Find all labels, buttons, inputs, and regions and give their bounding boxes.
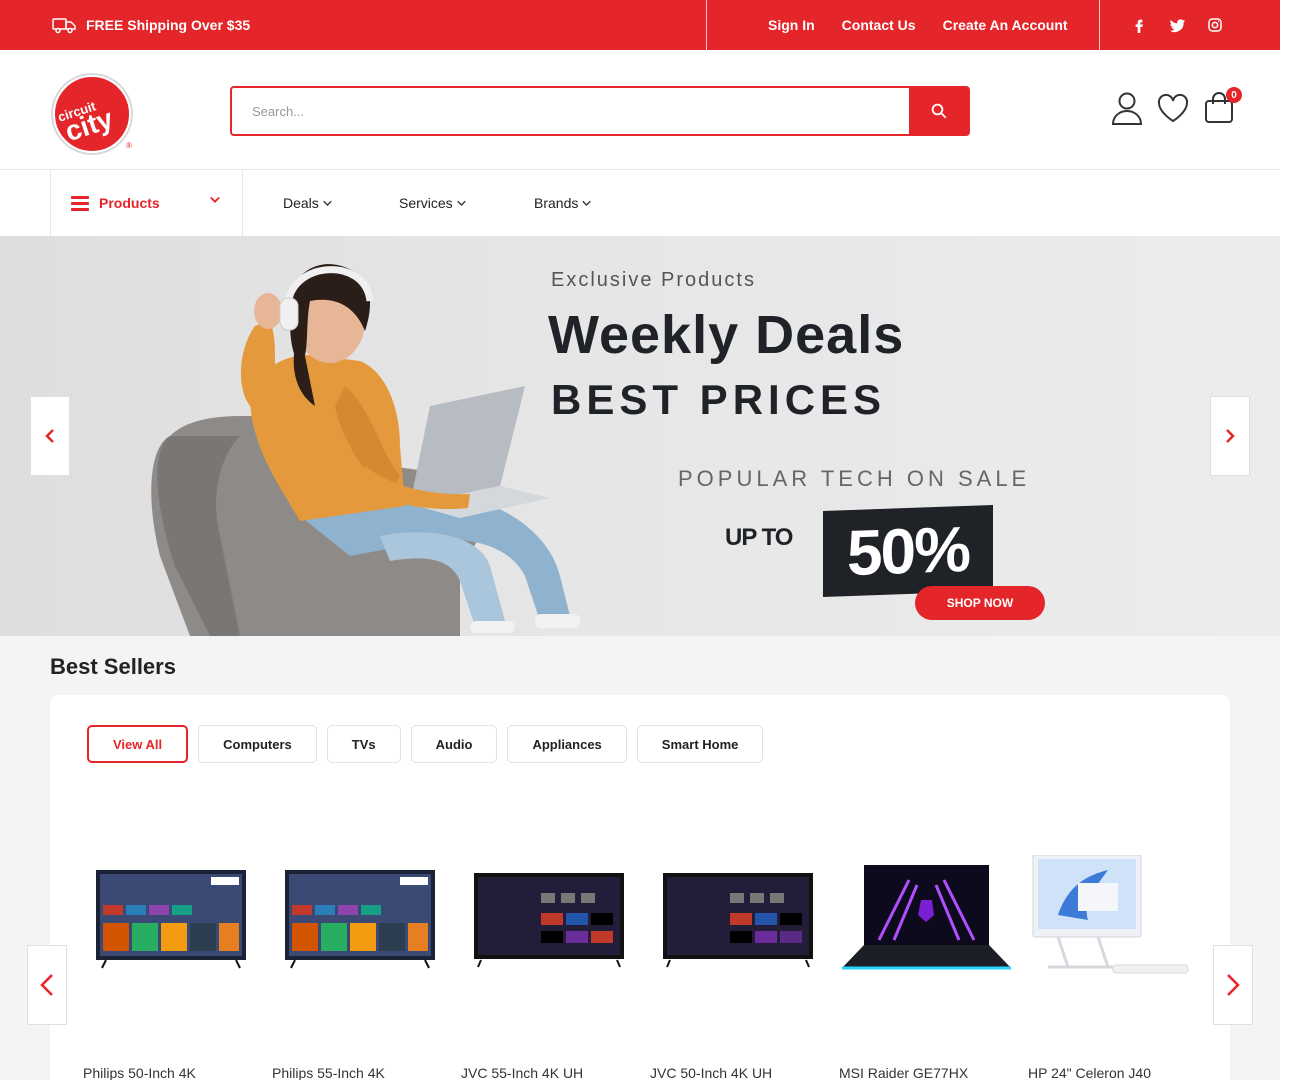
product-card[interactable]: Philips 50-Inch 4K <box>83 855 258 1080</box>
search-icon <box>931 103 947 119</box>
top-bar: FREE Shipping Over $35 Sign In Contact U… <box>0 0 1280 50</box>
best-sellers-card: View All Computers TVs Audio Appliances … <box>50 695 1230 1080</box>
section-title: Best Sellers <box>50 654 176 679</box>
products-label: Products <box>99 195 160 211</box>
product-name[interactable]: Philips 50-Inch 4K <box>83 1065 196 1080</box>
shipping-text: FREE Shipping Over $35 <box>86 17 251 33</box>
instagram-icon[interactable] <box>1206 16 1224 34</box>
product-image <box>839 855 1014 985</box>
account-links: Sign In Contact Us Create An Account <box>768 0 1068 50</box>
chevron-down-icon <box>582 200 592 206</box>
product-card[interactable]: JVC 55-Inch 4K UH <box>461 855 636 1080</box>
product-name[interactable]: JVC 55-Inch 4K UH <box>461 1065 583 1080</box>
hero-prev-button[interactable] <box>30 396 70 476</box>
circuit-city-logo[interactable]: circuit city ® <box>50 72 138 160</box>
svg-text:®: ® <box>126 141 132 150</box>
filter-view-all[interactable]: View All <box>87 725 189 763</box>
chevron-right-icon <box>1226 429 1235 443</box>
twitter-icon[interactable] <box>1168 16 1186 34</box>
cart-bag-icon[interactable]: 0 <box>1202 87 1242 126</box>
product-image <box>83 855 258 985</box>
filter-tvs[interactable]: TVs <box>326 725 401 763</box>
chevron-down-icon <box>456 200 466 206</box>
filter-computers[interactable]: Computers <box>198 725 317 763</box>
nav-item-services[interactable]: Services <box>399 170 466 236</box>
facebook-icon[interactable] <box>1130 16 1148 34</box>
menu-icon <box>71 193 89 214</box>
product-card[interactable]: Philips 55-Inch 4K <box>272 855 447 1080</box>
nav-item-deals[interactable]: Deals <box>283 170 332 236</box>
shop-now-button[interactable]: SHOP NOW <box>915 586 1045 620</box>
product-card[interactable]: MSI Raider GE77HX <box>839 855 1014 1080</box>
nav-item-label: Services <box>399 195 453 211</box>
product-image <box>272 855 447 985</box>
product-image <box>650 855 825 985</box>
chevron-down-icon <box>210 196 220 203</box>
chevron-right-icon <box>1227 974 1240 996</box>
carousel-next-button[interactable] <box>1213 945 1253 1025</box>
hero-up-to: UP TO <box>725 524 793 551</box>
hero-headline: Weekly Deals <box>548 305 905 365</box>
chevron-down-icon <box>323 200 332 206</box>
filter-smart-home[interactable]: Smart Home <box>636 725 764 763</box>
products-menu-button[interactable]: Products <box>50 170 243 236</box>
woman-with-laptop-image <box>151 264 580 636</box>
chevron-left-icon <box>45 429 54 443</box>
nav-item-label: Deals <box>283 195 319 211</box>
search-button[interactable] <box>909 88 969 134</box>
truck-icon <box>52 18 76 34</box>
nav-item-label: Brands <box>534 195 579 211</box>
hero-next-button[interactable] <box>1210 396 1250 476</box>
site-header: circuit city ® 0 <box>0 50 1280 170</box>
free-shipping-notice: FREE Shipping Over $35 <box>52 0 250 50</box>
hero-banner: Exclusive Products Weekly Deals BEST PRI… <box>0 236 1280 636</box>
product-name[interactable]: MSI Raider GE77HX <box>839 1065 968 1080</box>
product-carousel: Philips 50-Inch 4K Philips 55-Inch 4K JV… <box>83 855 1203 1080</box>
contact-us-link[interactable]: Contact Us <box>842 17 916 33</box>
hero-discount: 50% <box>823 505 993 597</box>
filter-audio[interactable]: Audio <box>410 725 498 763</box>
account-icon[interactable] <box>1110 90 1144 126</box>
nav-item-brands[interactable]: Brands <box>534 170 592 236</box>
cart-count-badge: 0 <box>1226 87 1242 103</box>
create-account-link[interactable]: Create An Account <box>943 17 1068 33</box>
product-image <box>1028 855 1203 985</box>
divider <box>1099 0 1100 50</box>
carousel-prev-button[interactable] <box>27 945 67 1025</box>
product-name[interactable]: Philips 55-Inch 4K <box>272 1065 385 1080</box>
search-input[interactable] <box>232 88 909 134</box>
main-nav: Products Deals Services Brands <box>0 170 1280 236</box>
hero-tagline: POPULAR TECH ON SALE <box>678 466 1031 491</box>
divider <box>706 0 707 50</box>
product-image <box>461 855 636 985</box>
category-filters: View All Computers TVs Audio Appliances … <box>87 725 764 763</box>
wishlist-heart-icon[interactable] <box>1156 90 1190 126</box>
filter-appliances[interactable]: Appliances <box>507 725 627 763</box>
sign-in-link[interactable]: Sign In <box>768 17 815 33</box>
best-sellers-section: Best Sellers View All Computers TVs Audi… <box>0 636 1280 1080</box>
social-links <box>1130 0 1224 50</box>
product-name[interactable]: JVC 50-Inch 4K UH <box>650 1065 772 1080</box>
chevron-left-icon <box>40 974 53 996</box>
hero-eyebrow: Exclusive Products <box>551 269 756 291</box>
search-bar <box>230 86 970 136</box>
header-icons: 0 <box>1110 87 1242 126</box>
product-card[interactable]: JVC 50-Inch 4K UH <box>650 855 825 1080</box>
hero-subheadline: BEST PRICES <box>551 376 887 423</box>
product-card[interactable]: HP 24" Celeron J40 <box>1028 855 1203 1080</box>
product-name[interactable]: HP 24" Celeron J40 <box>1028 1065 1151 1080</box>
